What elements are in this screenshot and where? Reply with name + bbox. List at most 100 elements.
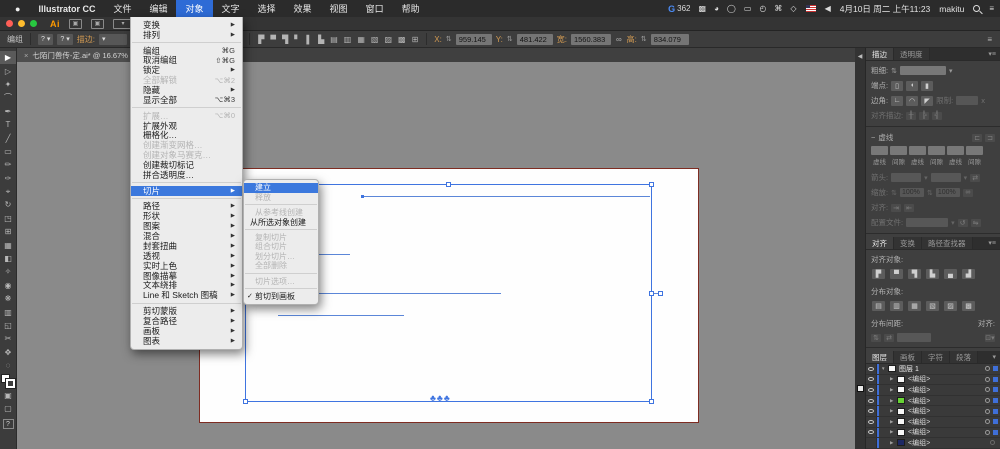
target-circle-icon[interactable] <box>985 429 990 435</box>
menubar-item-4[interactable]: 文字 <box>213 0 249 17</box>
selection-indicator[interactable] <box>993 429 998 435</box>
y-stepper[interactable]: ⇅ <box>507 35 513 43</box>
distribute-vertical-space-button[interactable]: ⇅ <box>871 333 881 342</box>
graph-tool[interactable]: ▥ <box>0 305 16 318</box>
align-stroke-center-button[interactable]: ╫ <box>906 111 917 120</box>
round-join-button[interactable]: ◠ <box>906 95 919 106</box>
vertical-align-center-icon[interactable]: ▌ <box>305 35 313 44</box>
help-icon[interactable]: ? <box>2 419 14 430</box>
time-machine-icon[interactable]: ◴ <box>759 4 766 13</box>
dash-field-3[interactable] <box>928 146 945 155</box>
layer-row-0[interactable]: ▼ 图层 1 <box>866 364 1000 375</box>
menubar-clock[interactable]: 4月10日 周二 上午11:23 <box>840 3 931 15</box>
stroke-weight-arrow[interactable]: ▾ <box>949 67 953 75</box>
swap-arrowheads-icon[interactable]: ⇄ <box>970 173 981 182</box>
selection-handle-middle-right[interactable] <box>649 291 654 296</box>
layer-row-3[interactable]: ▶ <编组> <box>866 395 1000 407</box>
preserve-dash-button[interactable]: ⊏ <box>972 133 982 142</box>
object-menu-item-18[interactable]: 切片 ▶ <box>131 186 242 196</box>
dash-field-0[interactable] <box>871 146 888 155</box>
miter-limit-field[interactable] <box>956 96 979 105</box>
disclosure-triangle[interactable]: ▶ <box>890 419 897 425</box>
layer-name[interactable]: <编组> <box>908 374 985 384</box>
target-circle-icon[interactable] <box>985 398 990 404</box>
visibility-toggle[interactable] <box>866 427 877 438</box>
selection-handle-top-center[interactable] <box>446 182 451 187</box>
target-circle-icon[interactable] <box>985 376 990 382</box>
align-stroke-outside-button[interactable]: ╣ <box>932 111 943 120</box>
eyedropper-tool[interactable]: ✧ <box>0 265 16 278</box>
apple-menu-icon[interactable]: ● <box>6 0 29 17</box>
layer-name[interactable]: <编组> <box>908 427 985 437</box>
align-object-1-button[interactable]: ▀ <box>890 269 903 279</box>
selection-handle-bottom-right[interactable] <box>649 399 654 404</box>
type-tool[interactable]: T <box>0 118 16 131</box>
target-circle-icon[interactable] <box>985 387 990 393</box>
selection-indicator[interactable] <box>993 419 998 425</box>
arrange-documents-icon[interactable]: ▣ <box>69 18 82 29</box>
layer-thumbnail[interactable] <box>897 375 905 383</box>
distribute-object-4-button[interactable]: ▨ <box>944 301 957 311</box>
target-circle-icon[interactable] <box>985 419 990 425</box>
distribute-object-2-button[interactable]: ▦ <box>908 301 921 311</box>
selected-path-3[interactable] <box>318 293 501 294</box>
fill-stroke-swatches[interactable] <box>1 374 16 390</box>
symbol-sprayer-tool[interactable]: ❋ <box>0 292 16 305</box>
layer-thumbnail[interactable] <box>897 407 905 415</box>
align-object-5-button[interactable]: ▟ <box>962 269 975 279</box>
menubar-item-9[interactable]: 帮助 <box>393 0 429 17</box>
slice-submenu-item-13[interactable]: ✓ 剪切到画板 <box>244 292 318 302</box>
slice-tool[interactable]: ✂ <box>0 332 16 345</box>
visibility-toggle[interactable] <box>866 395 877 406</box>
bevel-join-button[interactable]: ◤ <box>921 95 934 106</box>
layer-name[interactable]: <编组> <box>908 396 985 406</box>
height-stepper[interactable]: ⇅ <box>641 35 647 43</box>
disclosure-triangle[interactable]: ▼ <box>881 366 888 371</box>
display-icon[interactable]: ▭ <box>744 4 752 13</box>
miter-join-button[interactable]: ∟ <box>891 95 904 106</box>
anchor-point[interactable] <box>361 195 364 198</box>
slice-submenu-item-4[interactable]: 从所选对象创建 <box>244 217 318 227</box>
distribute-object-1-button[interactable]: ▥ <box>890 301 903 311</box>
selection-indicator[interactable] <box>993 366 998 372</box>
menubar-item-1[interactable]: 文件 <box>104 0 140 17</box>
object-menu-item-1[interactable]: 排列 ▶ <box>131 30 242 40</box>
stroke-weight-dropdown[interactable]: ▾ <box>98 33 127 45</box>
dashed-line-checkbox[interactable]: − <box>871 133 875 142</box>
tab-paragraph[interactable]: 段落 <box>950 351 978 363</box>
link-scale-icon[interactable]: ∞ <box>962 188 973 197</box>
close-window-button[interactable] <box>6 20 13 27</box>
tab-pathfinder[interactable]: 路径查找器 <box>922 237 973 249</box>
layer-row-2[interactable]: ▶ <编组> <box>866 385 1000 396</box>
artboard-tool[interactable]: ◱ <box>0 319 16 332</box>
selection-handle-outer-right[interactable] <box>658 291 663 296</box>
object-menu-item-16[interactable]: 拼合透明度… <box>131 170 242 180</box>
stroke-panel-menu-icon[interactable]: ▾≡ <box>984 48 1000 60</box>
link-dimensions-icon[interactable]: ∞ <box>615 35 623 44</box>
layer-name[interactable]: <编组> <box>908 438 990 448</box>
distribute-object-3-button[interactable]: ▧ <box>926 301 939 311</box>
round-cap-button[interactable]: ◖ <box>906 80 919 91</box>
distribute-bottom-icon[interactable]: ▦ <box>356 35 366 44</box>
selection-handle-bottom-left[interactable] <box>243 399 248 404</box>
layer-row-1[interactable]: ▶ <编组> <box>866 374 1000 386</box>
mesh-tool[interactable]: ▦ <box>0 238 16 251</box>
menubar-item-5[interactable]: 选择 <box>249 0 285 17</box>
height-field[interactable]: 834.079 <box>650 33 689 45</box>
align-object-2-button[interactable]: ▜ <box>908 269 921 279</box>
collapsed-panel-icon[interactable] <box>856 385 864 392</box>
tab-transform[interactable]: 变换 <box>894 237 922 249</box>
distribute-object-5-button[interactable]: ▩ <box>962 301 975 311</box>
menubar-username[interactable]: makitu <box>939 4 964 14</box>
arrowhead-end-dropdown[interactable] <box>930 173 961 182</box>
distribute-object-0-button[interactable]: ▤ <box>872 301 885 311</box>
rectangle-tool[interactable]: ▭ <box>0 145 16 158</box>
control-panel-menu-icon[interactable]: ≡ <box>986 35 993 44</box>
align-to-selection-dropdown[interactable]: ⊡▾ <box>985 333 995 342</box>
visibility-toggle[interactable] <box>866 406 877 416</box>
app-grid-icon[interactable]: ▩ <box>699 4 707 13</box>
object-menu-item-29[interactable]: Line 和 Sketch 图稿 ▶ <box>131 290 242 300</box>
flip-along-icon[interactable]: ↺ <box>957 218 968 227</box>
document-layout-icon[interactable]: ▣ <box>91 18 104 29</box>
disclosure-triangle[interactable]: ▶ <box>890 408 897 414</box>
